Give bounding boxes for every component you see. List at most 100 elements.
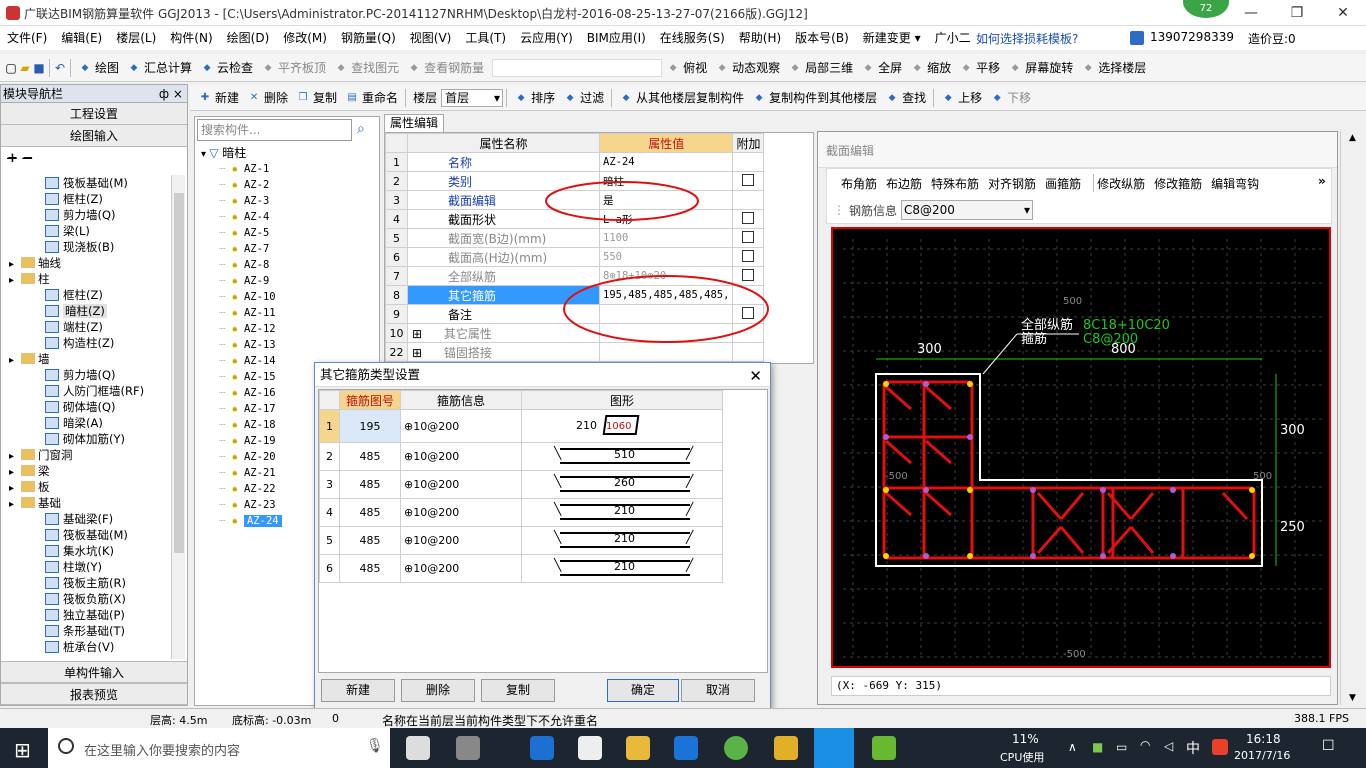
nav-tree-item[interactable]: 条形基础(T) [45, 623, 125, 639]
menu-item-9[interactable]: 云应用(Y) [513, 26, 580, 50]
chevron-up-icon[interactable]: ∧ [1068, 740, 1077, 754]
ime-indicator[interactable]: 中 [1186, 738, 1200, 758]
stirrup-row[interactable]: 1 195 ⊕10@200 210 1060 [319, 409, 723, 443]
explorer-icon[interactable] [626, 736, 650, 760]
browser-icon[interactable] [724, 736, 748, 760]
nav-tree-item[interactable]: 独立基础(P) [45, 607, 125, 623]
expand-icon[interactable]: ▸ [9, 497, 21, 513]
nav-tree-item[interactable]: 筏板负筋(X) [45, 591, 126, 607]
comp-action2-5[interactable]: ◆ 上移 [937, 87, 986, 109]
comp-action2-4[interactable]: ◆ 查找 [881, 87, 930, 109]
toolbar-button-5[interactable]: ◆ 查看钢筋量 [403, 57, 488, 79]
stirrup-code[interactable]: 485 [339, 526, 401, 555]
delete-button[interactable]: 删除 [401, 679, 475, 702]
task-view-icon[interactable] [406, 736, 430, 760]
toolbar-button-9[interactable]: ◆ 全屏 [857, 57, 906, 79]
undo-icon[interactable]: ↶ [53, 61, 67, 75]
app-icon-2[interactable] [872, 736, 896, 760]
menu-item-15[interactable]: 广小二 [928, 26, 978, 50]
section-tool-4[interactable]: 画箍筋 [1045, 175, 1081, 192]
component-item[interactable]: ┈ ✹ AZ-3 [219, 193, 269, 209]
rebar-info-select[interactable]: C8@200 ▾ [901, 200, 1034, 220]
microphone-icon[interactable]: 🎙 [366, 738, 384, 754]
stirrup-code[interactable]: 485 [339, 554, 401, 583]
component-item[interactable]: ┈ ✹ AZ-16 [219, 385, 276, 401]
stirrup-row[interactable]: 4 485 ⊕10@200 ╲ ╱ 210 [319, 498, 723, 527]
menu-item-0[interactable]: 文件(F) [0, 26, 54, 50]
nav-tree-item[interactable]: 框柱(Z) [45, 287, 103, 303]
section-tool-0[interactable]: 布角筋 [841, 175, 877, 192]
component-item[interactable]: ┈ ✹ AZ-20 [219, 449, 276, 465]
component-item[interactable]: ┈ ✹ AZ-13 [219, 337, 276, 353]
section-tool-6[interactable]: 修改箍筋 [1154, 175, 1202, 192]
nav-tree-item[interactable]: 剪力墙(Q) [45, 207, 116, 223]
stirrup-row[interactable]: 2 485 ⊕10@200 ╲ ╱ 510 [319, 442, 723, 471]
windows-start-icon[interactable]: ⊞ [14, 738, 31, 762]
menu-item-8[interactable]: 工具(T) [458, 26, 513, 50]
component-item[interactable]: ┈ ✹ AZ-12 [219, 321, 276, 337]
toolbar-button-8[interactable]: ◆ 局部三维 [784, 57, 857, 79]
section-tool-5[interactable]: 修改纵筋 [1097, 175, 1145, 192]
component-item[interactable]: ┈ ✹ AZ-5 [219, 225, 269, 241]
menu-item-13[interactable]: 版本号(B) [788, 26, 856, 50]
glodon-icon[interactable] [674, 736, 698, 760]
toolbar-button-13[interactable]: ◆ 选择楼层 [1077, 57, 1150, 79]
nav-tree-item[interactable]: 桩承台(V) [45, 639, 114, 655]
comp-action-2[interactable]: ❐ 复制 [292, 87, 341, 109]
section-tool-3[interactable]: 对齐钢筋 [988, 175, 1036, 192]
component-item[interactable]: ┈ ✹ AZ-11 [219, 305, 276, 321]
toolbar-button-1[interactable]: ◆ 汇总计算 [123, 57, 196, 79]
toolbar-button-11[interactable]: ◆ 平移 [955, 57, 1004, 79]
right-scrollbar[interactable]: ▲ ▼ [1340, 131, 1364, 705]
toolbar-button-4[interactable]: ◆ 查找图元 [330, 57, 403, 79]
menu-item-5[interactable]: 修改(M) [276, 26, 334, 50]
close-button[interactable]: ✕ [1320, 0, 1366, 26]
cancel-button[interactable]: 取消 [681, 679, 755, 702]
tab-property-edit[interactable]: 属性编辑 [384, 114, 444, 132]
floor-select[interactable]: 首层 ▾ [441, 88, 504, 107]
nav-scrollbar[interactable] [171, 175, 185, 659]
menu-item-12[interactable]: 帮助(H) [732, 26, 788, 50]
comp-action2-3[interactable]: ◆ 复制构件到其他楼层 [748, 87, 881, 109]
taskbar-search-box[interactable]: 在这里输入你要搜索的内容 🎙 [48, 728, 390, 768]
toolbar-button-2[interactable]: ◆ 云检查 [196, 57, 257, 79]
search-input[interactable]: 搜索构件... [197, 119, 352, 141]
sogou-icon[interactable] [1212, 739, 1228, 755]
stirrup-info[interactable]: ⊕10@200 [400, 498, 522, 527]
copy-button[interactable]: 复制 [481, 679, 555, 702]
help-link[interactable]: 如何选择损耗模板? [976, 30, 1078, 47]
component-item[interactable]: ┈ ✹ AZ-2 [219, 177, 269, 193]
stirrup-row[interactable]: 3 485 ⊕10@200 ╲ ╱ 260 [319, 470, 723, 499]
section-canvas[interactable]: 500 -500 500 -500 300 800 300 250 全部纵筋 箍筋 8C18+10C… [831, 227, 1331, 668]
network-icon[interactable]: ▭ [1116, 740, 1127, 754]
toolbar-button-3[interactable]: ◆ 平齐板顶 [257, 57, 330, 79]
nav-tree-item[interactable]: ▸ 墙 [9, 351, 50, 367]
stirrup-info[interactable]: ⊕10@200 [400, 409, 522, 443]
comp-action2-0[interactable]: ◆ 排序 [510, 87, 559, 109]
nav-button-0[interactable]: 工程设置 [1, 103, 187, 125]
nav-bottom-button-0[interactable]: 单构件输入 [1, 661, 187, 683]
nav-tree-item[interactable]: ▸ 轴线 [9, 255, 61, 271]
component-item[interactable]: ┈ ✹ AZ-7 [219, 241, 269, 257]
price-bean[interactable]: 造价豆:0 [1248, 30, 1296, 47]
active-app-icon[interactable] [814, 728, 854, 768]
ime-toolbar[interactable] [492, 58, 663, 77]
nav-tree-item[interactable]: 剪力墙(Q) [45, 367, 116, 383]
stirrup-code[interactable]: 485 [339, 498, 401, 527]
more-icon[interactable]: » [1318, 174, 1326, 188]
new-file-icon[interactable]: ▢ [4, 61, 18, 75]
nav-button-1[interactable]: 绘图输入 [1, 125, 187, 147]
menu-item-1[interactable]: 编辑(E) [54, 26, 109, 50]
wifi-icon[interactable]: ◠ [1140, 738, 1150, 752]
nav-tree-item[interactable]: 框柱(Z) [45, 191, 103, 207]
comp-action2-1[interactable]: ◆ 过滤 [559, 87, 608, 109]
collapse-icon[interactable]: ▾ [201, 149, 209, 160]
stirrup-row[interactable]: 6 485 ⊕10@200 ╲ ╱ 210 [319, 554, 723, 583]
component-item[interactable]: ┈ ✹ AZ-10 [219, 289, 276, 305]
stirrup-row[interactable]: 5 485 ⊕10@200 ╲ ╱ 210 [319, 526, 723, 555]
component-item[interactable]: ┈ ✹ AZ-4 [219, 209, 269, 225]
nav-tree-item[interactable]: 暗梁(A) [45, 415, 103, 431]
nav-tree-item[interactable]: 暗柱(Z) [45, 303, 107, 319]
minimize-button[interactable]: — [1228, 0, 1274, 26]
menu-item-6[interactable]: 钢筋量(Q) [334, 26, 403, 50]
